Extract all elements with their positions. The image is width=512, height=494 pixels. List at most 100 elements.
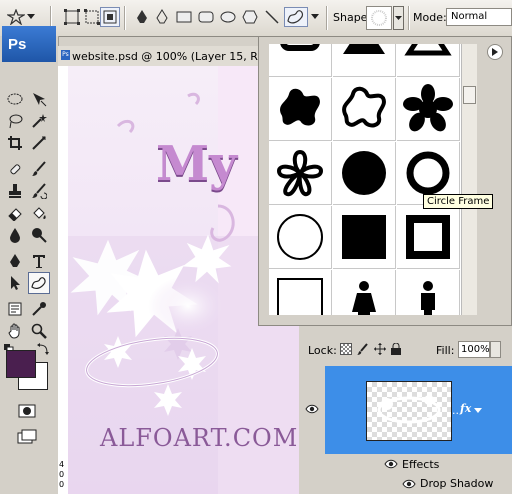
fill-input[interactable]: 100% xyxy=(458,341,490,358)
picker-scrollbar[interactable] xyxy=(461,44,477,315)
dodge-tool-icon[interactable] xyxy=(28,224,50,246)
triangle-icon xyxy=(343,44,385,54)
shape-layers-icon[interactable] xyxy=(62,7,82,27)
mode-label: Mode: xyxy=(413,11,447,24)
freeform-pen-icon[interactable] xyxy=(152,7,172,27)
shape-square[interactable] xyxy=(333,206,396,269)
rounded-rectangle-tool-icon[interactable] xyxy=(196,7,216,27)
shape-flower[interactable] xyxy=(397,78,460,141)
custom-shape-tool-icon[interactable] xyxy=(284,7,308,27)
clone-stamp-icon[interactable] xyxy=(4,180,26,202)
custom-shape-tool-preset-icon[interactable] xyxy=(6,7,26,27)
shape-circle[interactable] xyxy=(333,142,396,205)
chevron-down-icon[interactable] xyxy=(26,7,36,27)
ruler-mark: 0 xyxy=(59,480,65,489)
eyedropper-icon[interactable] xyxy=(28,298,50,320)
circle-thin-frame-icon xyxy=(277,214,323,260)
magic-wand-icon[interactable] xyxy=(28,110,50,132)
eye-icon[interactable] xyxy=(384,459,398,472)
shape-square-frame[interactable] xyxy=(269,44,332,77)
blob-frame-icon xyxy=(342,86,386,128)
triangle-frame-icon xyxy=(404,44,452,56)
lock-label: Lock: xyxy=(308,344,337,357)
hand-tool-icon[interactable] xyxy=(4,320,26,342)
picker-menu-button[interactable] xyxy=(487,44,503,60)
quick-mask-icon[interactable] xyxy=(16,400,38,422)
layer-thumbnail[interactable] xyxy=(366,381,452,441)
fx-icon[interactable]: fx xyxy=(460,402,471,415)
paint-bucket-icon[interactable] xyxy=(28,202,50,224)
chevron-down-icon[interactable] xyxy=(474,404,482,417)
eraser-tool-icon[interactable] xyxy=(4,202,26,224)
mode-select[interactable]: Normal xyxy=(446,8,512,26)
effects-label: Effects xyxy=(402,458,440,471)
chevron-down-icon xyxy=(395,15,402,20)
swap-colors-icon[interactable] xyxy=(36,342,50,356)
chevron-right-icon xyxy=(492,48,498,56)
shape-blob[interactable] xyxy=(269,78,332,141)
shape-triangle-frame[interactable] xyxy=(397,44,460,77)
paths-icon[interactable] xyxy=(82,7,102,27)
crop-tool-icon[interactable] xyxy=(4,132,26,154)
pen-tool-icon[interactable] xyxy=(132,7,152,27)
woman-icon xyxy=(352,281,376,315)
shape-grid xyxy=(269,44,461,315)
shape-square-frame-thick[interactable] xyxy=(397,206,460,269)
screen-mode-icon[interactable] xyxy=(16,426,38,448)
lock-position-icon[interactable] xyxy=(374,343,386,358)
options-bar: Shape: Mode: Normal xyxy=(0,0,512,37)
healing-brush-icon[interactable] xyxy=(4,158,26,180)
layer-thumbnail-art xyxy=(377,395,441,424)
polygon-tool-icon[interactable] xyxy=(240,7,260,27)
notes-tool-icon[interactable] xyxy=(4,298,26,320)
shape-dropdown-button[interactable] xyxy=(393,6,404,30)
shape-woman[interactable] xyxy=(333,270,396,315)
eye-icon[interactable] xyxy=(402,479,416,492)
chevron-down-icon[interactable] xyxy=(310,7,320,27)
brush-tool-icon[interactable] xyxy=(28,158,50,180)
document-title: website.psd @ 100% (Layer 15, RGB xyxy=(72,50,274,63)
shape-tooltip: Circle Frame xyxy=(423,194,494,209)
fill-dropdown[interactable] xyxy=(490,341,501,358)
shape-square-thin-frame[interactable] xyxy=(269,270,332,315)
circle-icon xyxy=(342,151,386,195)
slice-tool-icon[interactable] xyxy=(28,132,50,154)
square-frame-icon xyxy=(280,44,320,51)
line-tool-icon[interactable] xyxy=(262,7,282,27)
square-icon xyxy=(342,215,386,259)
ellipse-tool-icon[interactable] xyxy=(218,7,238,27)
scrollbar-thumb[interactable] xyxy=(463,86,476,104)
visibility-column xyxy=(300,366,326,494)
rectangle-tool-icon[interactable] xyxy=(174,7,194,27)
shape-flower-frame[interactable] xyxy=(269,142,332,205)
pen-tool-icon[interactable] xyxy=(4,250,26,272)
watermark-text: ALFOART.COM xyxy=(100,424,299,452)
elliptical-marquee-icon[interactable] xyxy=(4,88,26,110)
ruler-mark: 4 xyxy=(59,460,65,469)
blur-tool-icon[interactable] xyxy=(4,224,26,246)
history-brush-icon[interactable] xyxy=(28,180,50,202)
eye-icon[interactable] xyxy=(305,404,319,417)
fill-pixels-icon[interactable] xyxy=(100,7,120,27)
shape-blob-frame[interactable] xyxy=(333,78,396,141)
zoom-tool-icon[interactable] xyxy=(28,320,50,342)
shape-triangle[interactable] xyxy=(333,44,396,77)
type-tool-icon[interactable] xyxy=(28,250,50,272)
drop-shadow-label: Drop Shadow xyxy=(420,477,494,490)
canvas-heading-text: My xyxy=(156,136,238,192)
shape-man[interactable] xyxy=(397,270,460,315)
path-selection-icon[interactable] xyxy=(4,272,26,294)
flower-icon xyxy=(403,84,453,132)
lock-pixels-icon[interactable] xyxy=(357,343,369,358)
lock-all-icon[interactable] xyxy=(391,342,401,358)
custom-shape-tool-icon[interactable] xyxy=(28,272,50,294)
fill-label: Fill: xyxy=(436,344,455,357)
lock-transparency-icon[interactable] xyxy=(340,343,352,355)
move-tool-icon[interactable] xyxy=(28,88,50,110)
shape-preview[interactable] xyxy=(366,6,392,30)
man-icon xyxy=(421,281,435,315)
shape-circle-thin-frame[interactable] xyxy=(269,206,332,269)
foreground-color-swatch[interactable] xyxy=(6,350,36,378)
layer-dots: .. xyxy=(452,404,459,417)
lasso-tool-icon[interactable] xyxy=(4,110,26,132)
